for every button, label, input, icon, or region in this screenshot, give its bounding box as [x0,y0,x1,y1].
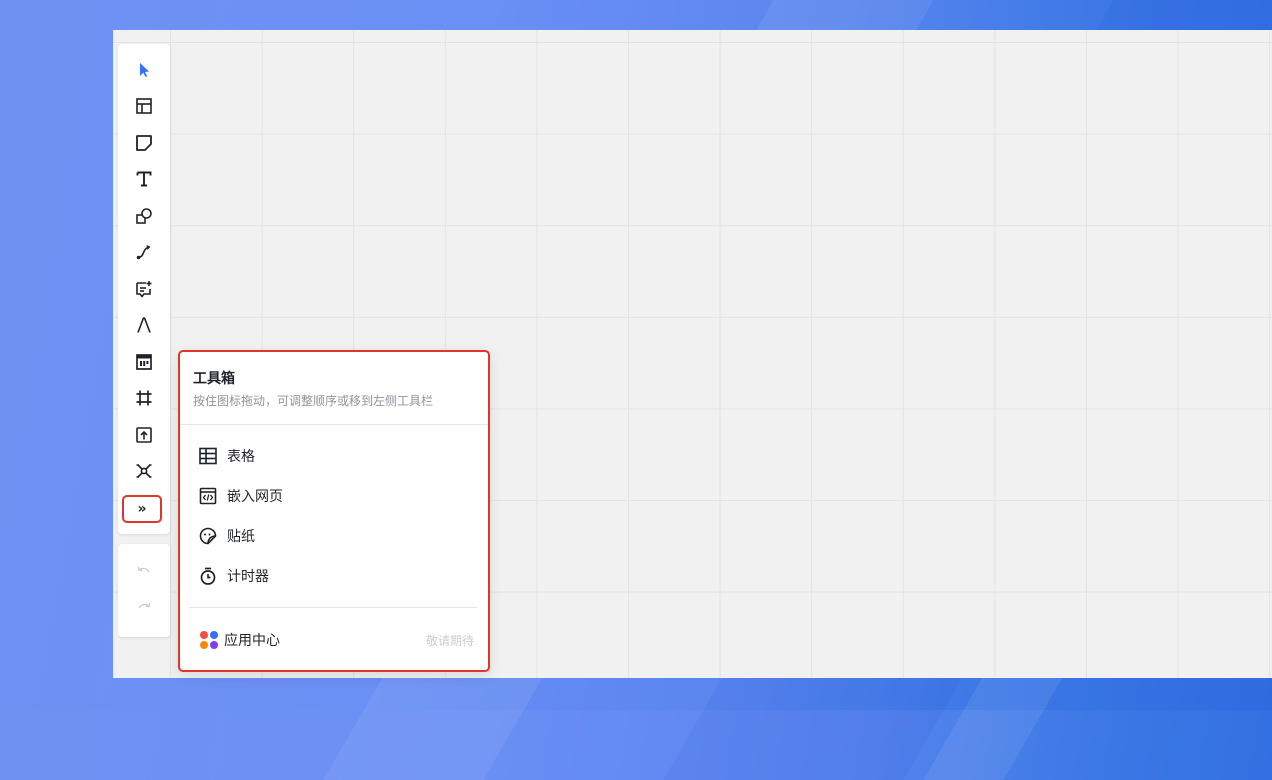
text-tool[interactable] [131,166,157,192]
toolbox-subtitle: 按住图标拖动，可调整顺序或移到左侧工具栏 [193,394,434,408]
coming-soon-badge: 敬请期待 [425,633,474,648]
template-tool[interactable] [131,93,157,119]
divider [189,607,477,608]
pen-tool[interactable] [131,312,157,338]
redo-button[interactable] [131,596,157,622]
shape-tool[interactable] [131,203,157,229]
sticker-icon [199,527,217,545]
embed-webpage-icon [199,487,217,505]
upload-tool[interactable] [131,422,157,448]
table-icon [199,447,217,465]
app-center-item[interactable]: 应用中心 敬请期待 [200,628,474,652]
kanban-tool[interactable] [131,349,157,375]
toolbox-item-table[interactable]: 表格 [198,444,468,468]
toolbox-item-sticker[interactable]: 贴纸 [198,524,468,548]
select-tool[interactable] [131,57,157,83]
app-center-icon [200,631,218,649]
frame-hash-icon [136,390,152,406]
divider [180,424,488,425]
more-tools-button[interactable]: » [122,495,162,523]
connector-tool[interactable] [131,239,157,265]
toolbox-popup: 工具箱 按住图标拖动，可调整顺序或移到左侧工具栏 表格 嵌入网页 贴纸 计时器 … [178,350,490,672]
shapes-icon [136,208,152,224]
toolbox-item-label: 表格 [227,449,255,465]
mindmap-icon [136,464,152,478]
toolbox-title: 工具箱 [193,371,235,387]
comment-add-icon [136,281,152,298]
comment-tool[interactable] [131,276,157,302]
frame-tool[interactable] [131,385,157,411]
mindmap-tool[interactable] [131,458,157,484]
sticky-note-icon [136,135,152,151]
toolbox-item-label: 计时器 [227,569,269,585]
toolbox-item-label: 嵌入网页 [227,489,283,505]
sticky-note-tool[interactable] [131,130,157,156]
connector-line-icon [136,245,151,260]
cursor-arrow-icon [140,63,149,77]
history-panel [118,544,170,637]
kanban-icon [136,354,152,370]
upload-icon [136,427,152,443]
undo-button[interactable] [131,560,157,586]
app-center-label: 应用中心 [224,633,280,649]
timer-icon [200,567,216,585]
layout-template-icon [136,98,152,114]
redo-icon [138,602,151,609]
pen-icon [137,317,151,333]
toolbox-item-embed-webpage[interactable]: 嵌入网页 [198,484,468,508]
undo-icon [137,566,150,573]
toolbox-item-label: 贴纸 [227,529,255,545]
left-toolbar: » [118,44,170,534]
toolbox-item-timer[interactable]: 计时器 [198,564,468,588]
text-T-icon [136,171,152,187]
